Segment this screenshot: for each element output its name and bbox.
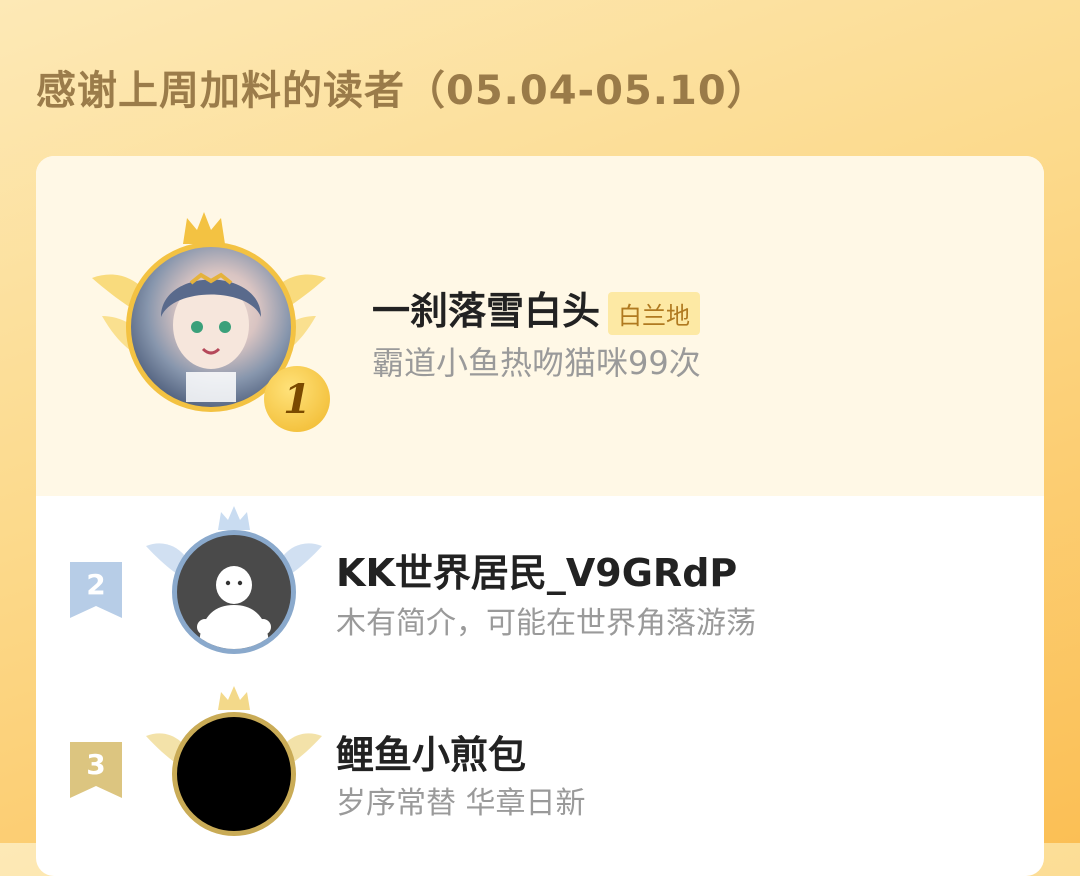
status-badge: 白兰地: [608, 292, 701, 335]
rank-number: 1: [283, 375, 311, 423]
avatar-frame-gold[interactable]: 1: [84, 206, 334, 436]
rank-medal-1: 1: [264, 366, 330, 432]
supporter-card: 1 一刹落雪白头 白兰地 霸道小鱼热吻猫咪99次 2 KK世界居民_V9GRdP…: [36, 156, 1044, 876]
avatar-frame-bronze[interactable]: [144, 686, 324, 846]
reader-description: 木有简介，可能在世界角落游荡: [336, 606, 756, 641]
reader-description: 霸道小鱼热吻猫咪99次: [372, 344, 701, 382]
reader-name-text: 一刹落雪白头: [372, 289, 601, 333]
crown-icon: [218, 686, 250, 710]
list-item[interactable]: 3 鲤鱼小煎包 岁序常替 华章日新: [36, 686, 1044, 846]
avatar: [172, 530, 296, 654]
rank-ribbon-3: 3: [70, 742, 122, 798]
rank-ribbon-2: 2: [70, 562, 122, 618]
default-user-icon: [197, 566, 271, 649]
list-item[interactable]: 2 KK世界居民_V9GRdP 木有简介，可能在世界角落游荡: [36, 506, 1044, 686]
reader-name[interactable]: 一刹落雪白头 白兰地: [372, 280, 701, 335]
avatar-frame-silver[interactable]: [144, 506, 324, 676]
reader-description: 岁序常替 华章日新: [336, 786, 586, 821]
rank-number: 2: [86, 568, 106, 601]
reader-name[interactable]: KK世界居民_V9GRdP: [336, 542, 737, 597]
list-item[interactable]: 1 一刹落雪白头 白兰地 霸道小鱼热吻猫咪99次: [36, 156, 1044, 496]
page-title: 感谢上周加料的读者（05.04-05.10）: [36, 68, 768, 114]
avatar: [172, 712, 296, 836]
rank-number: 3: [86, 748, 106, 781]
reader-name[interactable]: 鲤鱼小煎包: [336, 724, 526, 779]
